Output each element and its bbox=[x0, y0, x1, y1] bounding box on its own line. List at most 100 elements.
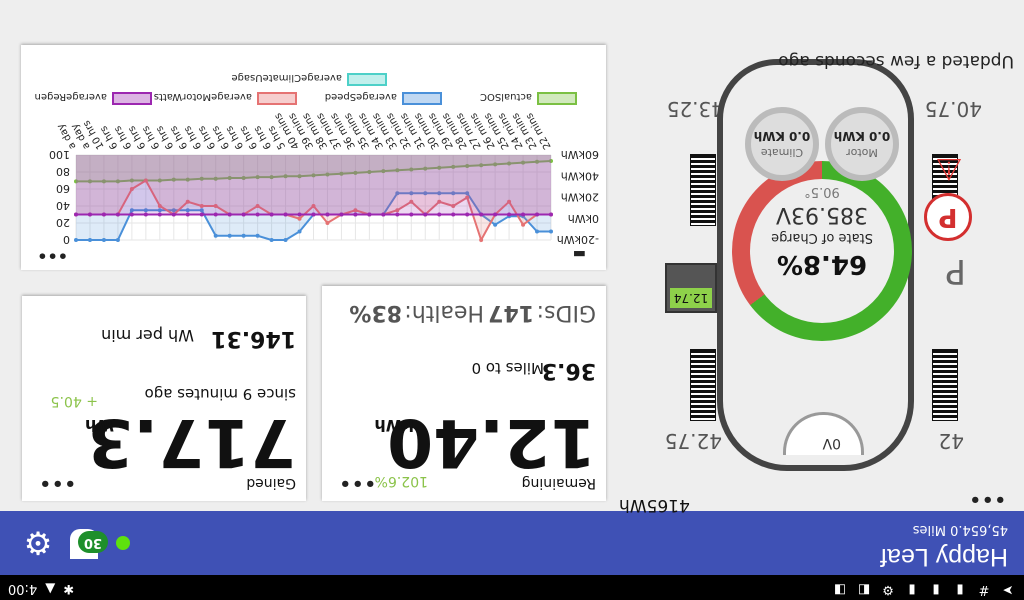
data-point-averageRegen bbox=[409, 212, 414, 217]
data-point-averageRegen bbox=[241, 212, 246, 217]
data-point-averageRegen bbox=[115, 212, 120, 217]
connection-status-icon[interactable] bbox=[116, 536, 130, 550]
legend-swatch bbox=[257, 92, 297, 105]
app-root: ➤ # ▮ ▮ ▮ ⚙ ◧ ◨ ✱ ▲ 4:00 Happy Leaf 45,6… bbox=[0, 0, 1024, 600]
motor-value: 0.0 KWh bbox=[833, 129, 891, 143]
data-point-averageRegen bbox=[507, 212, 512, 217]
app-bar: Happy Leaf 45,654.0 Miles 30 ⚙ bbox=[0, 511, 1024, 575]
legend-label: averageSpeed bbox=[325, 91, 397, 102]
data-point-averageSpeed bbox=[213, 233, 218, 238]
data-point-averageSpeed bbox=[87, 238, 92, 242]
time-readout: 4:00 bbox=[8, 581, 38, 596]
soc-gauge-inner: 64.8% State of Charge 385.93V 90.5° bbox=[750, 179, 894, 323]
battery-12v-value: 12.74 bbox=[670, 288, 712, 308]
data-point-averageRegen bbox=[535, 212, 540, 217]
data-point-averageSpeed bbox=[297, 229, 302, 234]
data-point-averageRegen bbox=[185, 212, 190, 217]
data-point-averageRegen bbox=[465, 212, 470, 217]
remaining-menu-button[interactable]: ••• bbox=[338, 472, 376, 493]
climate-value: 0.0 KWh bbox=[753, 129, 811, 143]
data-point-averageSpeed bbox=[101, 238, 106, 242]
data-point-averageRegen bbox=[129, 212, 134, 217]
wheel-front-right bbox=[690, 154, 716, 226]
y-left-tick-label: 60 bbox=[56, 182, 70, 195]
seatbelt-warning-icon: ⚠ bbox=[935, 151, 963, 186]
obd-badge-button[interactable]: 30 bbox=[66, 525, 108, 561]
tyre-front-right: 43.25 bbox=[666, 97, 724, 121]
status-right: ✱ ▲ 4:00 bbox=[8, 581, 74, 596]
y-left-tick-label: 20 bbox=[56, 216, 70, 229]
y-left-tick-label: 80 bbox=[56, 165, 70, 178]
data-point-averageRegen bbox=[143, 212, 148, 217]
data-point-averageRegen bbox=[325, 212, 330, 217]
y-right-tick-label: -20kWh bbox=[557, 233, 599, 246]
gained-rate: 146.31 bbox=[211, 326, 296, 351]
data-point-averageSpeed bbox=[549, 229, 553, 234]
data-point-averageRegen bbox=[395, 212, 400, 217]
data-point-averageMotorWatts bbox=[479, 238, 484, 242]
gained-delta: + 40.5 bbox=[50, 393, 98, 409]
data-point-averageSpeed bbox=[74, 238, 78, 242]
tyre-rear-left: 42 bbox=[938, 429, 964, 453]
health-value: 83% bbox=[349, 300, 402, 325]
series-area-averageRegen bbox=[76, 155, 551, 215]
tool-icon: ▮ bbox=[932, 582, 940, 597]
gids-label: GIDs: bbox=[536, 300, 596, 325]
legend-swatch bbox=[402, 92, 442, 105]
wheel-rear-right bbox=[690, 349, 716, 421]
app-title: Happy Leaf bbox=[880, 543, 1008, 571]
app-icon: ◨ bbox=[833, 582, 847, 597]
bluetooth-icon: ✱ bbox=[63, 581, 75, 596]
chart-collapse-icon: ▬ bbox=[573, 246, 586, 262]
settings-button[interactable]: ⚙ bbox=[20, 524, 56, 562]
history-chart: ▬ •••0 20 40 60 80 100 -20kWh 0kWh 20kWh 40kWh 60kW… bbox=[35, 72, 599, 265]
data-point-averageSpeed bbox=[255, 233, 260, 238]
data-point-averageSpeed bbox=[535, 229, 540, 234]
app-bar-actions: 30 ⚙ bbox=[20, 524, 130, 562]
warning-icon: ▲ bbox=[45, 581, 56, 596]
climate-meter: Climate 0.0 KWh bbox=[745, 107, 819, 181]
data-point-averageRegen bbox=[381, 212, 386, 217]
remaining-unit: kWh bbox=[374, 416, 414, 435]
gained-card: ••• Gained 717.3 Wh + 40.5 since 9 minut… bbox=[22, 296, 306, 501]
app-icon: ◧ bbox=[857, 582, 871, 597]
legend-label: averageMotorWatts bbox=[154, 91, 252, 102]
eco-label: 0V bbox=[822, 435, 841, 451]
gained-menu-button[interactable]: ••• bbox=[38, 472, 76, 493]
data-point-averageRegen bbox=[101, 212, 106, 217]
data-point-averageRegen bbox=[549, 212, 553, 217]
tool-icon: ▮ bbox=[908, 582, 916, 597]
odometer-text: 45,654.0 Miles bbox=[912, 522, 1008, 537]
y-right-tick-label: 0kWh bbox=[568, 212, 599, 225]
data-point-averageRegen bbox=[74, 212, 78, 217]
y-left-tick-label: 40 bbox=[56, 199, 70, 212]
data-point-averageSpeed bbox=[283, 238, 288, 242]
y-left-tick-label: 0 bbox=[63, 233, 70, 246]
total-energy-text: 4165Wh bbox=[619, 495, 690, 515]
gids-value: 147 bbox=[488, 300, 534, 325]
soc-label: State of Charge bbox=[771, 230, 873, 245]
settings-icon: ⚙ bbox=[882, 582, 894, 597]
legend-label: averageClimateUsage bbox=[231, 72, 342, 83]
range-miles: 36.3 bbox=[541, 358, 596, 383]
data-point-averageRegen bbox=[283, 212, 288, 217]
data-point-averageSpeed bbox=[227, 233, 232, 238]
gained-rate-unit: Wh per min bbox=[101, 326, 194, 345]
car-panel: ••• 4165Wh 42 42.75 40.75 43.25 0V P P ⚠… bbox=[614, 48, 1024, 515]
status-icons: ➤ # ▮ ▮ ▮ ⚙ ◧ ◨ bbox=[832, 582, 1016, 597]
data-point-averageRegen bbox=[157, 212, 162, 217]
battery-12v-icon: 12.74 bbox=[665, 263, 717, 313]
parking-brake-icon: P bbox=[924, 193, 972, 241]
data-point-averageRegen bbox=[213, 212, 218, 217]
data-point-averageRegen bbox=[437, 212, 442, 217]
data-point-averageRegen bbox=[199, 212, 204, 217]
data-point-averageRegen bbox=[339, 212, 344, 217]
remaining-value: 12.40 bbox=[387, 404, 596, 481]
remaining-card: ••• Remaining 102.6% 12.40 kWh 36.3 Mile… bbox=[322, 286, 606, 501]
status-bar: ➤ # ▮ ▮ ▮ ⚙ ◧ ◨ ✱ ▲ 4:00 bbox=[0, 575, 1024, 600]
send-icon: ➤ bbox=[1002, 582, 1014, 597]
data-point-averageRegen bbox=[451, 212, 456, 217]
motor-meter: Motor 0.0 KWh bbox=[825, 107, 899, 181]
y-right-tick-label: 40kWh bbox=[561, 169, 599, 182]
gained-value: 717.3 bbox=[87, 404, 296, 481]
